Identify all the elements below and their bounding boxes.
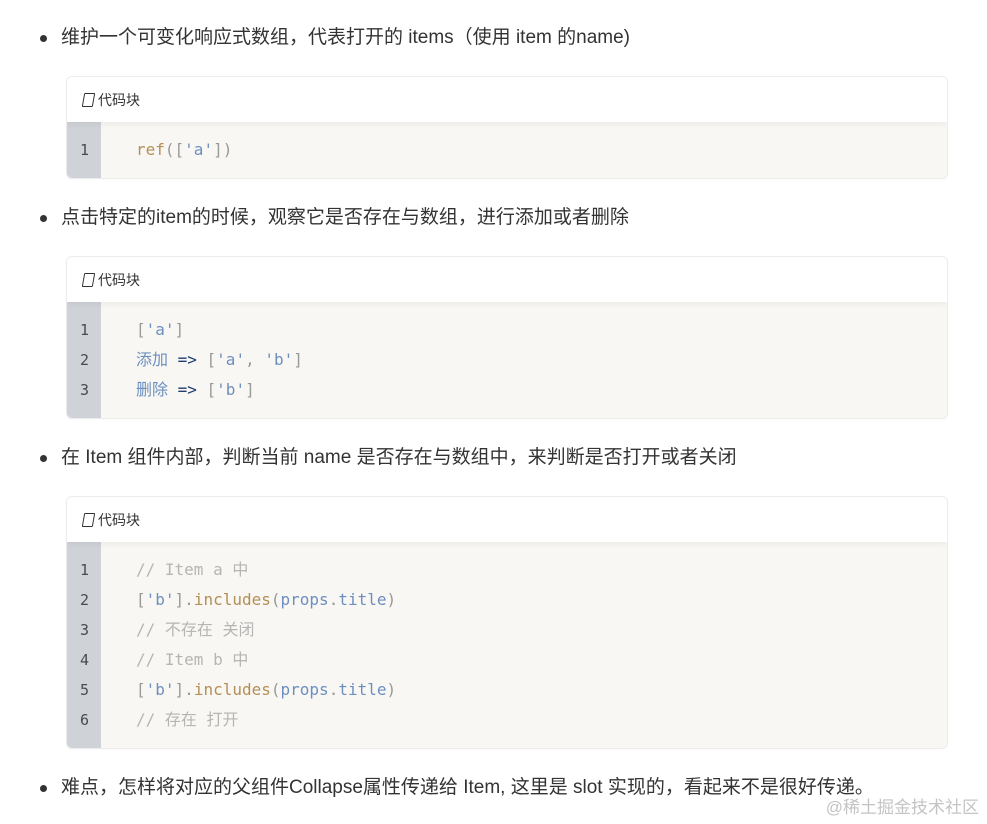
- code-token: ,: [245, 350, 265, 369]
- code-token: ].: [174, 680, 194, 699]
- code-lines: ref(['a']): [101, 122, 232, 178]
- line-number: 4: [80, 651, 90, 669]
- bullet-text: 点击特定的item的时候，观察它是否存在与数组，进行添加或者删除: [61, 207, 629, 228]
- code-token: 'b': [216, 380, 246, 399]
- line-number: 2: [80, 591, 90, 609]
- code-line: // Item b 中: [136, 645, 396, 675]
- code-token: 'b': [264, 350, 294, 369]
- code-line: ref(['a']): [136, 135, 232, 165]
- list-item: 在 Item 组件内部，判断当前 name 是否存在与数组中，来判断是否打开或者…: [40, 445, 940, 471]
- line-number: 1: [80, 321, 90, 339]
- code-line: ['a']: [136, 315, 303, 345]
- code-token: 删除: [136, 380, 178, 399]
- code-token: ]): [213, 140, 233, 159]
- code-block-header: 代码块: [67, 497, 947, 542]
- code-token: 'b': [145, 680, 175, 699]
- code-block-header: 代码块: [67, 257, 947, 302]
- copy-icon[interactable]: [81, 512, 96, 527]
- code-token: // 存在 打开: [136, 710, 239, 729]
- code-line: // 不存在 关闭: [136, 615, 396, 645]
- copy-icon[interactable]: [81, 92, 96, 107]
- code-token: title: [338, 590, 387, 609]
- code-token: title: [338, 680, 387, 699]
- code-lines: ['a'] 添加 => ['a', 'b'] 删除 => ['b']: [101, 302, 303, 418]
- code-token: (: [270, 590, 281, 609]
- code-token: 'b': [145, 590, 175, 609]
- bullet-dot: [40, 214, 47, 222]
- list-item: 难点，怎样将对应的父组件Collapse属性传递给 Item, 这里是 slot…: [40, 775, 940, 801]
- code-line: // 存在 打开: [136, 705, 396, 735]
- code-token: props: [280, 680, 329, 699]
- code-token: ): [386, 680, 397, 699]
- bullet-dot: [40, 784, 47, 792]
- list-item: 维护一个可变化响应式数组，代表打开的 items（使用 item 的name): [40, 25, 940, 51]
- code-token: .: [328, 680, 339, 699]
- code-block-label: 代码块: [98, 512, 140, 529]
- code-token: ): [386, 590, 397, 609]
- code-line: // Item a 中: [136, 555, 396, 585]
- line-number: 6: [80, 711, 90, 729]
- line-number: 1: [80, 141, 90, 159]
- watermark: @稀土掘金技术社区: [825, 798, 979, 817]
- code-token: includes: [193, 590, 271, 609]
- code-token: ]: [245, 380, 255, 399]
- code-body: 123456 // Item a 中 ['b'].includes(props.t…: [67, 542, 947, 748]
- code-token: 'a': [184, 140, 214, 159]
- code-block-header: 代码块: [67, 77, 947, 122]
- code-block-2: 代码块 123 ['a'] 添加 => ['a', 'b'] 删除 => ['b']: [66, 256, 948, 419]
- code-token: ].: [174, 590, 194, 609]
- code-token: 'a': [145, 320, 175, 339]
- code-token: [: [136, 590, 146, 609]
- code-token: (: [270, 680, 281, 699]
- list-item: 点击特定的item的时候，观察它是否存在与数组，进行添加或者删除: [40, 205, 940, 231]
- code-token: [: [136, 320, 146, 339]
- bullet-dot: [40, 454, 47, 462]
- code-token: // 不存在 关闭: [136, 620, 255, 639]
- code-token: // Item a 中: [136, 560, 249, 579]
- code-line: ['b'].includes(props.title): [136, 675, 396, 705]
- code-line: ['b'].includes(props.title): [136, 585, 396, 615]
- bullet-text: 维护一个可变化响应式数组，代表打开的 items（使用 item 的name): [61, 27, 630, 48]
- code-token: .: [328, 590, 339, 609]
- code-block-1: 代码块 1 ref(['a']): [66, 76, 948, 179]
- line-number: 2: [80, 351, 90, 369]
- code-lines: // Item a 中 ['b'].includes(props.title)//…: [101, 542, 396, 748]
- code-token: includes: [193, 680, 271, 699]
- code-token: [: [136, 680, 146, 699]
- line-number: 1: [80, 561, 90, 579]
- code-token: ref: [136, 140, 165, 159]
- code-token: 'a': [216, 350, 246, 369]
- copy-icon[interactable]: [81, 272, 96, 287]
- code-token: 添加: [136, 350, 178, 369]
- bullet-text: 难点，怎样将对应的父组件Collapse属性传递给 Item, 这里是 slot…: [61, 777, 874, 798]
- code-token: ([: [164, 140, 185, 159]
- code-token: ]: [293, 350, 303, 369]
- bullet-text: 在 Item 组件内部，判断当前 name 是否存在与数组中，来判断是否打开或者…: [61, 447, 737, 468]
- line-number: 3: [80, 621, 90, 639]
- line-number: 3: [80, 381, 90, 399]
- code-token: ]: [174, 320, 185, 339]
- code-token: // Item b 中: [136, 650, 249, 669]
- code-token: [: [196, 380, 217, 399]
- code-token: =>: [177, 380, 197, 399]
- line-number-gutter: 1: [67, 122, 101, 178]
- code-line: 添加 => ['a', 'b']: [136, 345, 303, 375]
- bullet-dot: [40, 34, 47, 42]
- code-line: 删除 => ['b']: [136, 375, 303, 405]
- code-token: [: [196, 350, 217, 369]
- line-number: 5: [80, 681, 90, 699]
- code-block-label: 代码块: [98, 92, 140, 109]
- line-number-gutter: 1 2 3 4 5 6: [67, 542, 101, 748]
- code-body: 123 ['a'] 添加 => ['a', 'b'] 删除 => ['b']: [67, 302, 947, 418]
- code-token: =>: [177, 350, 197, 369]
- code-block-label: 代码块: [98, 272, 140, 289]
- code-body: 1 ref(['a']): [67, 122, 947, 178]
- line-number-gutter: 1 2 3: [67, 302, 101, 418]
- code-block-3: 代码块 123456 // Item a 中 ['b'].includes(pro…: [66, 496, 948, 749]
- code-token: props: [280, 590, 329, 609]
